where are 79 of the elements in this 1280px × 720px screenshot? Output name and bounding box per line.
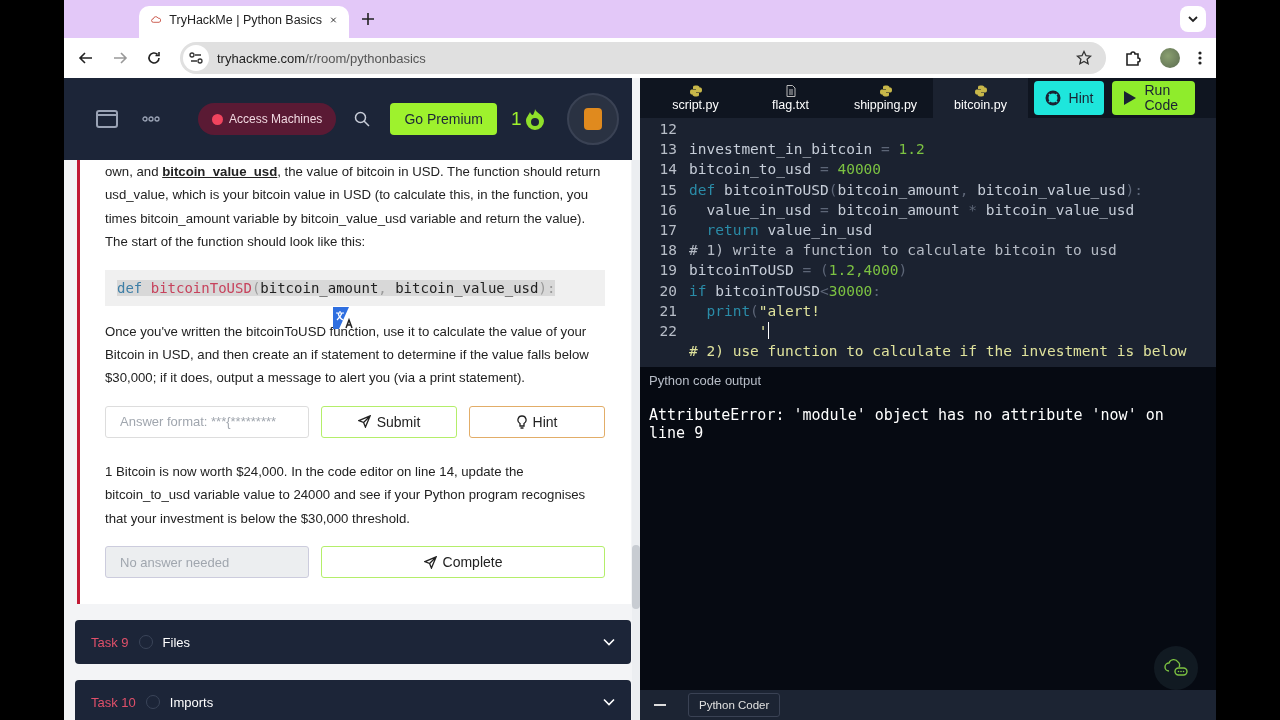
profile-avatar[interactable] [1160, 48, 1180, 68]
python-icon [879, 84, 892, 97]
code-line: bitcoinToUSD = (1.2,4000) [689, 261, 908, 281]
chat-cloud-icon [1164, 658, 1188, 678]
output-text: AttributeError: 'module' object has no attribute 'now' on line 9 [649, 406, 1165, 442]
code-line: def bitcoinToUSD(bitcoin_amount, bitcoin_value_usd): [689, 180, 1143, 200]
task-header[interactable]: Task 10 Imports [75, 680, 631, 720]
code-line: print("alert! [705, 301, 820, 321]
submit-button[interactable]: Complete [321, 546, 605, 579]
question-text: 1 Bitcoin is now worth $24,000. In the code editor on line 14, update the bitcoin_to_usd variable value to 24000 and see if your Python program recognises that your investment is below the $30,000 threshold. [105, 462, 587, 528]
tab-list-button[interactable] [1180, 6, 1206, 32]
panel-tab[interactable]: Python Coder [688, 693, 781, 717]
file-tab[interactable]: flag.txt [743, 78, 838, 118]
line-number: 13 [658, 140, 678, 160]
line-number: 14 [658, 160, 678, 180]
task-paragraph: own, and bitcoin_value_usd, the value of bitcoin in USD. The function should return usd_value, which is your bitcoin value in USD (to calculate this, in the function, you times bitcoin_amount variable by bitcoin_value_usd variable and return the value). The start of the function should look like this: [105, 163, 602, 252]
send-icon [357, 415, 371, 429]
code-sample: def bitcoinToUSD(bitcoin_amount, bitcoin_value_usd): [105, 269, 605, 306]
menu-icon[interactable] [1198, 50, 1202, 66]
window-icon[interactable] [96, 110, 118, 128]
line-number: 22 [658, 321, 678, 341]
chevron-down-icon [603, 698, 615, 707]
puzzle-icon[interactable] [1124, 49, 1142, 67]
lightbulb-icon [516, 414, 527, 429]
file-tab[interactable]: bitcoin.py [933, 78, 1028, 118]
scrollbar-thumb[interactable] [632, 545, 640, 609]
user-avatar[interactable] [566, 93, 619, 145]
task-paragraph: Once you've written the bitcoinToUSD function, use it to calculate the value of your Bitcoin in USD, and then create an if statement to determine if the value falls below $30,000; if it does, output a message to alert you (via a print statement). [105, 322, 590, 388]
python-icon [974, 84, 987, 97]
code-line: ' [757, 321, 768, 341]
close-icon[interactable] [330, 14, 337, 26]
python-icon [689, 84, 702, 97]
line-number: 17 [658, 220, 678, 240]
forward-icon[interactable] [112, 50, 128, 66]
streak-count: 1 [510, 108, 522, 130]
line-number: 21 [658, 301, 678, 321]
go-premium-button[interactable]: Go Premium [390, 103, 497, 135]
translate-icon[interactable] [333, 307, 355, 329]
line-number: 16 [658, 200, 678, 220]
plus-icon[interactable] [361, 12, 375, 26]
access-machines-button[interactable]: Access Machines [198, 103, 337, 135]
line-number: 18 [658, 241, 678, 261]
play-icon [1122, 90, 1137, 106]
line-number: 12 [658, 120, 678, 139]
star-icon[interactable] [1076, 50, 1092, 66]
back-icon[interactable] [78, 50, 94, 66]
chevron-down-icon [1187, 15, 1199, 23]
code-line: # 1) write a function to calculate bitcoin to usd [689, 241, 1117, 261]
code-line: value_in_usd = bitcoin_amount * bitcoin_value_usd [705, 200, 1135, 220]
file-icon [785, 84, 796, 97]
output-title: Python code output [649, 373, 763, 388]
chevron-down-icon [603, 638, 615, 647]
code-line: if bitcoinToUSD<30000: [689, 281, 882, 301]
file-tab[interactable]: script.py [648, 78, 743, 118]
code-line: # 2) use function to calculate if the investment is below [689, 342, 1187, 362]
run-code-button[interactable]: Run Code [1112, 81, 1195, 115]
send-icon [423, 555, 437, 569]
code-line: bitcoin_to_usd = 40000 [689, 160, 882, 180]
lifebuoy-icon [1044, 90, 1061, 106]
task-header[interactable]: Task 9 Files [75, 620, 631, 665]
chat-button[interactable] [1154, 646, 1198, 690]
line-number: 19 [658, 261, 678, 281]
reload-icon[interactable] [146, 50, 162, 66]
search-icon[interactable] [354, 111, 371, 127]
address-bar[interactable]: tryhackme.com/r/room/pythonbasics [180, 42, 1106, 74]
code-line: investment_in_bitcoin = 1.2 [689, 140, 925, 160]
flame-icon [524, 108, 545, 130]
code-line: return value_in_usd [705, 220, 873, 241]
submit-button[interactable]: Submit [321, 405, 457, 438]
file-tab[interactable]: shipping.py [838, 78, 933, 118]
answer-field[interactable]: Answer format: ***{********* [105, 405, 309, 438]
line-number: 20 [658, 281, 678, 301]
hint-button[interactable]: Hint [469, 405, 605, 438]
more-icon[interactable] [142, 116, 160, 122]
url-text: tryhackme.com/r/room/pythonbasics [217, 50, 426, 66]
site-settings-icon[interactable] [183, 45, 209, 71]
hint-button[interactable]: Hint [1034, 81, 1104, 115]
line-number: 15 [658, 180, 678, 200]
browser-tab[interactable]: TryHackMe | Python Basics [139, 6, 349, 38]
